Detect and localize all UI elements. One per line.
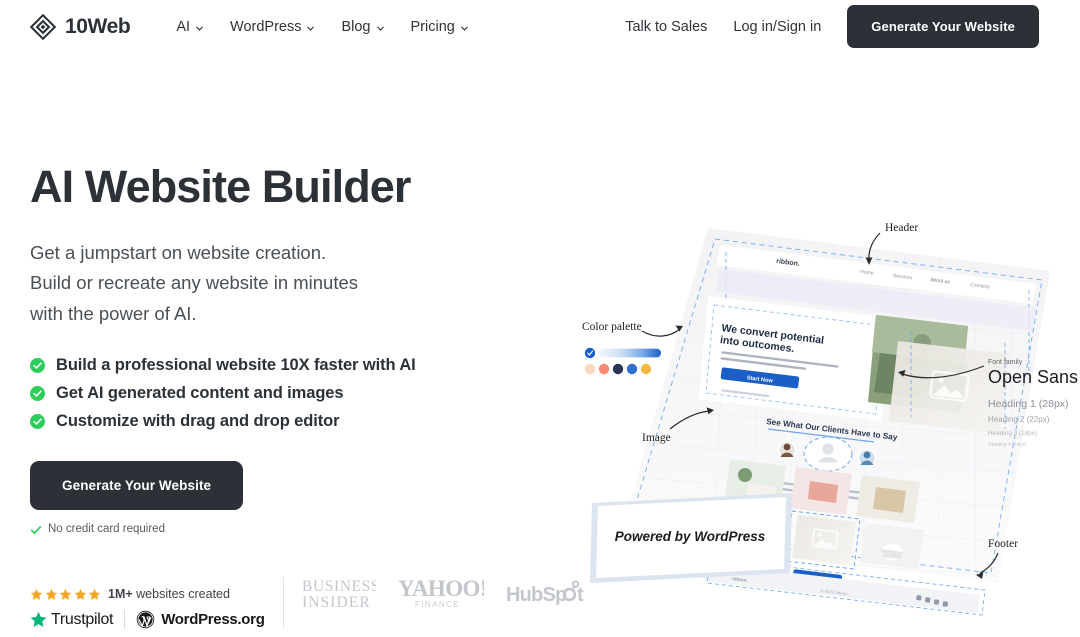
page-title: AI Website Builder [30,161,411,212]
type-scale-h1: Heading 1 (28px) [988,398,1069,410]
svg-text:BUSINESS: BUSINESS [302,578,376,595]
trustpilot-star-icon [30,611,47,628]
social-proof: 1M+ websites created Trustpilot WordPres… [30,576,588,637]
trustpilot-badge[interactable]: Trustpilot [30,610,114,629]
feature-label: Build a professional website 10X faster … [56,355,416,374]
diamond-logo-icon [29,13,57,40]
hero-illustration: ribbon. Home Services About us Contacts … [580,203,1080,623]
star-rating [30,588,101,601]
nav-item-label: WordPress [230,18,302,35]
type-scale-h4: Heading 4 (14px) [988,442,1027,448]
hero-subtitle-line: with the power of AI. [30,303,197,324]
check-icon [30,523,42,535]
trust-badges: Trustpilot WordPress.org [30,610,265,629]
hero-section: AI Website Builder Get a jumpstart on we… [0,53,1080,637]
nav-item-label: Pricing [410,18,455,35]
chevron-down-icon [195,21,204,31]
websites-created-count: 1M+ websites created [108,587,230,601]
wordpress-badge[interactable]: WordPress.org [136,610,265,629]
ratings-block: 1M+ websites created Trustpilot WordPres… [30,587,265,637]
yahoo-finance-logo: YAHOO! FINANCE [398,576,487,617]
annotation-footer-label: Footer [988,538,1018,550]
avatar-featured [803,436,853,472]
business-insider-logo: BUSINESS INSIDER [302,576,379,617]
svg-text:FINANCE: FINANCE [415,600,460,609]
list-item: Customize with drag and drop editor [30,412,590,431]
check-circle-icon [30,385,45,401]
brand-name: 10Web [65,14,131,38]
header-actions: Talk to Sales Log in/Sign in Generate Yo… [625,5,1039,48]
hero-subtitle-line: Get a jumpstart on website creation. [30,241,327,263]
press-logos: BUSINESS INSIDER YAHOO! FINANCE HubSp t [302,576,588,637]
hero-content: AI Website Builder Get a jumpstart on we… [30,53,590,637]
check-circle-icon [30,357,45,373]
feature-label: Get AI generated content and images [56,383,344,402]
brand-logo[interactable]: 10Web [29,13,131,40]
trustpilot-label: Trustpilot [51,610,114,628]
site-header: 10Web AI WordPress Blog Pricing Talk to … [0,0,1080,53]
main-nav: AI WordPress Blog Pricing [176,19,469,35]
palette-primary-swatch [584,347,661,359]
star-icon [74,588,87,601]
avatar [857,448,877,468]
list-item: Build a professional website 10X faster … [30,356,590,375]
type-scale-h2: Heading 2 (22px) [988,415,1050,424]
no-credit-card-label: No credit card required [48,522,165,535]
chevron-down-icon [306,21,315,31]
powered-by-wordpress-badge: Powered by WordPress [590,493,792,583]
hero-subtitle-line: Build or recreate any website in minutes [30,272,359,294]
websites-created-label: websites created [132,587,230,601]
annotation-header-label: Header [885,222,918,234]
powered-by-wordpress-label: Powered by WordPress [615,529,766,544]
annotation-color-palette-label: Color palette [582,321,642,333]
wordpress-label: WordPress.org [161,611,265,628]
login-signin-link[interactable]: Log in/Sign in [733,19,821,35]
avatar [777,440,797,460]
chevron-down-icon [460,21,469,31]
talk-to-sales-link[interactable]: Talk to Sales [625,19,707,35]
star-icon [88,588,101,601]
star-icon [59,588,72,601]
nav-item-blog[interactable]: Blog [341,19,384,35]
websites-created-number: 1M+ [108,587,133,601]
annotation-color-palette: Color palette [582,321,683,375]
star-icon [30,588,43,601]
feature-label: Customize with drag and drop editor [56,411,340,430]
annotation-image-label: Image [642,432,671,444]
nav-item-label: Blog [341,18,371,35]
wordpress-icon [136,610,155,629]
annotation-font-family-value: Open Sans [988,367,1078,387]
mockup-hero-card: We convert potential into outcomes. Star… [699,296,890,421]
svg-text:HubSp: HubSp [506,584,567,606]
badge-divider [124,610,126,629]
check-circle-icon [30,413,45,429]
hero-cta-group: Generate Your Website No credit card req… [30,460,590,535]
annotation-font-family-label: Font family [988,359,1023,366]
hero-subtitle: Get a jumpstart on website creation. Bui… [30,238,590,330]
nav-item-label: AI [176,18,191,35]
no-credit-card-note: No credit card required [30,523,590,535]
nav-item-ai[interactable]: AI [176,19,204,35]
type-scale-h3: Heading 3 (18px) [988,430,1037,437]
nav-item-pricing[interactable]: Pricing [411,19,469,35]
nav-item-wordpress[interactable]: WordPress [230,19,315,35]
star-icon [45,588,58,601]
svg-text:INSIDER: INSIDER [302,594,371,611]
chevron-down-icon [376,21,385,31]
list-item: Get AI generated content and images [30,384,590,403]
palette-accent-swatches [584,363,652,375]
hero-generate-website-button[interactable]: Generate Your Website [30,460,244,510]
svg-text:YAHOO!: YAHOO! [398,576,484,601]
header-generate-website-button[interactable]: Generate Your Website [847,5,1039,48]
social-divider [282,577,284,629]
hubspot-logo: HubSp t [506,580,588,613]
rating-row: 1M+ websites created [30,587,265,601]
website-mockup-perspective: ribbon. Home Services About us Contacts … [582,222,1078,616]
feature-list: Build a professional website 10X faster … [30,356,590,431]
